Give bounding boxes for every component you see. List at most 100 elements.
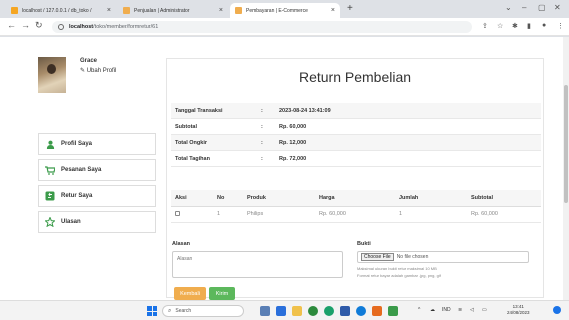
app-icon[interactable]: [388, 306, 398, 316]
tab-pembayaran[interactable]: Pembayaran | E-Commerce ×: [230, 3, 340, 18]
close-window-icon[interactable]: ✕: [554, 3, 561, 12]
browser-toolbar: ← → ↻ localhost /toko/member/formretur/6…: [0, 18, 569, 36]
admin-icon: [123, 7, 130, 14]
col-no: No: [213, 190, 243, 207]
taskbar-search-label: Search: [175, 308, 192, 314]
clock[interactable]: 13:41 24/08/2023: [507, 304, 530, 316]
notification-icon[interactable]: [553, 306, 561, 314]
alasan-label: Alasan: [172, 241, 191, 247]
cell-aksi: [171, 206, 213, 223]
profile-name: Grace: [80, 58, 98, 64]
cell-no: 1: [213, 206, 243, 223]
cell-produk: Philips: [243, 206, 315, 223]
table-header-row: Aksi No Produk Harga Jumlah Subtotal: [171, 190, 541, 207]
new-tab-button[interactable]: +: [347, 3, 353, 14]
col-harga: Harga: [315, 190, 395, 207]
page-scrollbar[interactable]: [563, 37, 569, 300]
tab-title: localhost / 127.0.0.1 / db_toko /: [22, 7, 92, 14]
share-icon[interactable]: ⇪: [482, 22, 488, 30]
windows-start-icon[interactable]: [147, 306, 157, 316]
sidebar-item-profil[interactable]: Profil Saya: [38, 133, 156, 155]
info-key: Subtotal: [175, 123, 197, 130]
task-view-icon[interactable]: [260, 306, 270, 316]
file-explorer-icon[interactable]: [292, 306, 302, 316]
info-sep: :: [261, 107, 263, 114]
sidebar-item-retur[interactable]: Retur Saya: [38, 185, 156, 207]
edit-profile-label: Ubah Profil: [86, 68, 117, 74]
cart-icon: [45, 165, 55, 175]
sidebar-item-pesanan[interactable]: Pesanan Saya: [38, 159, 156, 181]
alasan-textarea[interactable]: [172, 251, 343, 278]
cell-jumlah: 1: [395, 206, 467, 223]
side-panel-icon[interactable]: ▮: [527, 22, 531, 30]
scrollbar-thumb[interactable]: [564, 85, 568, 203]
volume-icon[interactable]: ◁: [470, 307, 474, 313]
close-icon[interactable]: ×: [331, 7, 335, 14]
taskbar-search[interactable]: ⌕ Search: [162, 305, 244, 317]
wifi-icon[interactable]: ≋: [458, 307, 462, 313]
menu-icon[interactable]: ⋮: [557, 22, 564, 30]
upload-note-format: Format retur bayar adalah gambar .jpg, p…: [357, 273, 441, 278]
onedrive-icon[interactable]: ☁: [430, 307, 435, 313]
col-jumlah: Jumlah: [395, 190, 467, 207]
table-row: 1 Philips Rp. 60,000 1 Rp. 60,000: [171, 206, 541, 223]
xampp-icon[interactable]: [372, 306, 382, 316]
sidebar-item-label: Profil Saya: [61, 141, 93, 147]
back-icon[interactable]: ←: [7, 20, 16, 30]
edge-icon[interactable]: [356, 306, 366, 316]
sidebar-item-label: Retur Saya: [61, 193, 93, 199]
forward-icon[interactable]: →: [21, 20, 30, 30]
battery-icon[interactable]: ▭: [482, 307, 487, 313]
tab-penjualan[interactable]: Penjualan | Administrator ×: [118, 3, 228, 18]
profile-avatar-icon[interactable]: ●: [542, 22, 546, 29]
chat-icon[interactable]: [276, 306, 286, 316]
edit-profile-link[interactable]: ✎ Ubah Profil: [80, 67, 116, 74]
avatar: [38, 57, 66, 93]
clock-date: 24/08/2023: [507, 310, 530, 315]
bookmark-star-icon[interactable]: ☆: [497, 22, 503, 30]
tab-title: Pembayaran | E-Commerce: [246, 7, 308, 14]
choose-file-button[interactable]: Choose File: [361, 253, 394, 261]
page-viewport: Grace ✎ Ubah Profil Profil Saya Pesanan …: [0, 37, 563, 300]
tab-search-icon[interactable]: ⌄: [505, 3, 512, 12]
cell-harga: Rp. 60,000: [315, 206, 395, 223]
browser-tab-strip: localhost / 127.0.0.1 / db_toko / × Penj…: [0, 0, 569, 18]
address-bar[interactable]: localhost /toko/member/formretur/61: [52, 21, 472, 33]
tray-overflow-icon[interactable]: ^: [418, 307, 420, 313]
minimize-icon[interactable]: –: [522, 3, 526, 12]
tab-phpmyadmin[interactable]: localhost / 127.0.0.1 / db_toko / ×: [6, 3, 116, 18]
whatsapp-icon[interactable]: [324, 306, 334, 316]
cell-subtotal: Rp. 60,000: [467, 206, 541, 223]
language-indicator[interactable]: IND: [442, 307, 451, 313]
star-icon: [45, 217, 55, 227]
select-item-checkbox[interactable]: [175, 210, 180, 216]
back-button[interactable]: Kembali: [174, 287, 206, 300]
info-key: Total Tagihan: [175, 155, 210, 162]
word-icon[interactable]: [340, 306, 350, 316]
extensions-icon[interactable]: ✱: [512, 22, 518, 30]
return-form-panel: Return Pembelian Tanggal Transaksi : 202…: [166, 58, 544, 300]
col-produk: Produk: [243, 190, 315, 207]
close-icon[interactable]: ×: [219, 7, 223, 14]
info-value: 2023-08-24 13:41:09: [279, 107, 331, 114]
maximize-icon[interactable]: ▢: [538, 3, 546, 12]
info-value: Rp. 72,000: [279, 155, 307, 162]
info-row: Tanggal Transaksi : 2023-08-24 13:41:09: [171, 103, 541, 119]
upload-note-size: Maksimal ukuran bukti retur maksimal 10 …: [357, 266, 437, 271]
col-subtotal: Subtotal: [467, 190, 541, 207]
bukti-file-input[interactable]: Choose File No file chosen: [357, 251, 529, 263]
pencil-icon: ✎: [80, 68, 86, 74]
site-info-icon[interactable]: [58, 24, 64, 30]
chrome-icon[interactable]: [308, 306, 318, 316]
sidebar-item-ulasan[interactable]: Ulasan: [38, 211, 156, 233]
info-row: Total Tagihan : Rp. 72,000: [171, 151, 541, 167]
close-icon[interactable]: ×: [107, 7, 111, 14]
bukti-label: Bukti: [357, 241, 371, 247]
reload-icon[interactable]: ↻: [35, 20, 43, 31]
submit-button[interactable]: Kirim: [209, 287, 235, 300]
search-icon: ⌕: [168, 307, 172, 314]
info-key: Total Ongkir: [175, 139, 207, 146]
page-title: Return Pembelian: [298, 69, 412, 85]
info-row: Subtotal : Rp. 60,000: [171, 119, 541, 135]
url-path: /toko/member/formretur/61: [93, 24, 159, 30]
